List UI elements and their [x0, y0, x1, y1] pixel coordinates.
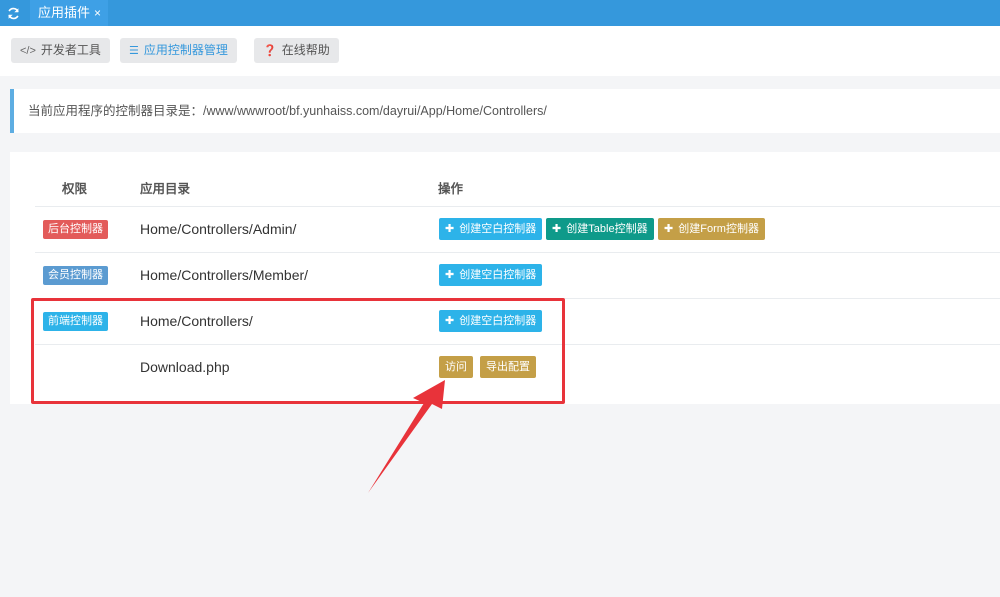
button-label: 创建Form控制器 [678, 223, 759, 235]
plus-icon: ✚ [552, 223, 562, 235]
header-actions: 操作 [438, 182, 464, 196]
online-help-label: 在线帮助 [281, 43, 330, 57]
online-help-button[interactable]: ❓ 在线帮助 [254, 38, 339, 63]
dev-tools-button[interactable]: </> 开发者工具 [11, 38, 110, 63]
controller-management-label: 应用控制器管理 [143, 43, 228, 57]
highlight-box [31, 298, 565, 404]
header-permission: 权限 [62, 182, 88, 196]
row-divider [35, 252, 1000, 253]
button-label: 创建空白控制器 [459, 223, 537, 235]
dev-tools-label: 开发者工具 [40, 43, 101, 57]
plus-icon: ✚ [445, 269, 455, 281]
row-divider [35, 206, 1000, 207]
admin-dir: Home/Controllers/Admin/ [140, 221, 297, 237]
close-icon[interactable]: × [94, 6, 101, 20]
admin-controller-badge: 后台控制器 [43, 220, 108, 239]
refresh-icon[interactable] [0, 0, 26, 26]
create-form-controller-button[interactable]: ✚ 创建Form控制器 [658, 218, 765, 240]
controller-directory-notice: 当前应用程序的控制器目录是：/www/wwwroot/bf.yunhaiss.c… [10, 89, 1000, 133]
controller-management-button[interactable]: ☰ 应用控制器管理 [120, 38, 237, 63]
tab-app-plugins[interactable]: 应用插件 × [30, 0, 109, 26]
button-label: 创建空白控制器 [459, 269, 537, 281]
button-label: 创建Table控制器 [566, 223, 648, 235]
create-table-controller-button[interactable]: ✚ 创建Table控制器 [546, 218, 654, 240]
question-icon: ❓ [263, 45, 277, 57]
header-app-dir: 应用目录 [140, 182, 191, 196]
toolbar: </> 开发者工具 ☰ 应用控制器管理 ❓ 在线帮助 [0, 26, 1000, 76]
notice-text: 当前应用程序的控制器目录是：/www/wwwroot/bf.yunhaiss.c… [28, 104, 547, 118]
list-icon: ☰ [129, 45, 139, 57]
tab-bar: 应用插件 × [0, 0, 1000, 26]
member-dir: Home/Controllers/Member/ [140, 267, 309, 283]
code-icon: </> [20, 45, 36, 57]
create-blank-controller-button[interactable]: ✚ 创建空白控制器 [439, 264, 543, 286]
tab-label: 应用插件 [38, 5, 91, 20]
member-controller-badge: 会员控制器 [43, 266, 108, 285]
create-blank-controller-button[interactable]: ✚ 创建空白控制器 [439, 218, 543, 240]
plus-icon: ✚ [445, 223, 455, 235]
plus-icon: ✚ [664, 223, 674, 235]
